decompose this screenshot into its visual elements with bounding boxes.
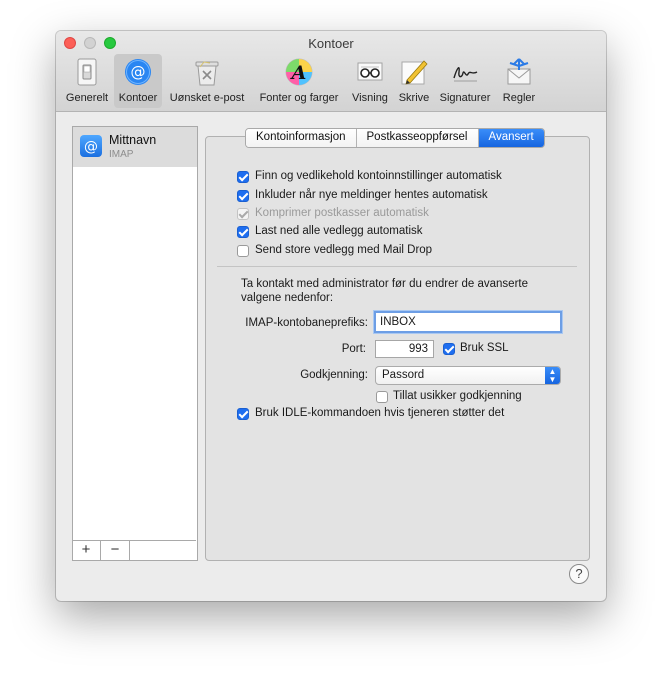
tab-avansert[interactable]: Avansert: [478, 129, 544, 147]
toolbar-generelt[interactable]: Generelt: [62, 54, 112, 108]
insecure-auth-label: Tillat usikker godkjenning: [393, 390, 522, 402]
toolbar-fonter-og-farger[interactable]: A Fonter og farger: [253, 54, 345, 108]
toolbar-label: Signaturer: [439, 92, 491, 104]
tab-postkasseoppforsel[interactable]: Postkasseoppførsel: [356, 129, 479, 147]
divider: [217, 266, 577, 267]
titlebar: Kontoer Generelt @ Kontoer Uønsket e-pos…: [56, 31, 606, 112]
account-list-controls: + −: [72, 540, 196, 560]
toolbar-label: Kontoer: [118, 92, 158, 104]
toolbar-label: Uønsket e-post: [169, 92, 245, 104]
glasses-icon: [357, 62, 383, 81]
toolbar-label: Fonter og farger: [259, 92, 339, 104]
toolbar-label: Regler: [502, 92, 536, 104]
tab-kontoinformasjon[interactable]: Kontoinformasjon: [246, 129, 357, 147]
option-checkbox-include-new-messages[interactable]: [237, 190, 249, 202]
auth-select[interactable]: Passord ▲ ▼: [375, 366, 561, 385]
option-checkbox-download-attachments[interactable]: [237, 226, 249, 238]
option-label: Finn og vedlikehold kontoinnstillinger a…: [255, 170, 502, 182]
help-button[interactable]: ?: [569, 564, 589, 584]
toolbar-label: Skrive: [398, 92, 430, 104]
ssl-checkbox[interactable]: [443, 343, 455, 355]
account-list: @ Mittnavn IMAP: [72, 126, 198, 561]
admin-note: Ta kontakt med administrator før du endr…: [241, 278, 529, 304]
trash-icon: [195, 61, 219, 86]
toolbar-kontoer[interactable]: @ Kontoer: [114, 54, 162, 108]
tab-bar: Kontoinformasjon Postkasseoppførsel Avan…: [245, 128, 545, 148]
account-name: Mittnavn: [109, 133, 157, 147]
toolbar-signaturer[interactable]: Signaturer: [435, 54, 495, 108]
toolbar-label: Visning: [352, 92, 388, 104]
imap-prefix-label: IMAP-kontobaneprefiks:: [245, 317, 368, 329]
toolbar-label: Generelt: [65, 92, 109, 104]
font-color-icon: A: [285, 58, 313, 86]
port-label: Port:: [341, 343, 366, 355]
option-checkbox-compact-mailboxes: [237, 208, 249, 220]
preferences-window: Kontoer Generelt @ Kontoer Uønsket e-pos…: [56, 31, 606, 601]
option-label: Komprimer postkasser automatisk: [255, 207, 429, 219]
remove-account-button[interactable]: −: [101, 541, 130, 560]
toolbar-skrive[interactable]: Skrive: [394, 54, 434, 108]
rules-icon: [507, 58, 531, 85]
toolbar-uonsket-epost[interactable]: Uønsket e-post: [164, 54, 250, 108]
switch-icon: [77, 58, 97, 86]
svg-text:@: @: [131, 63, 146, 81]
imap-prefix-field[interactable]: INBOX: [374, 311, 562, 333]
idle-label: Bruk IDLE-kommandoen hvis tjeneren støtt…: [255, 407, 505, 419]
option-checkbox-mail-drop[interactable]: [237, 245, 249, 257]
svg-text:A: A: [290, 62, 307, 84]
option-label: Send store vedlegg med Mail Drop: [255, 244, 433, 256]
insecure-auth-checkbox[interactable]: [376, 391, 388, 403]
toolbar-visning[interactable]: Visning: [346, 54, 394, 108]
account-item[interactable]: @ Mittnavn IMAP: [73, 127, 197, 167]
add-account-button[interactable]: +: [72, 541, 101, 560]
svg-text:@: @: [84, 139, 98, 155]
account-type: IMAP: [109, 149, 134, 160]
at-icon: @: [80, 135, 102, 157]
port-field[interactable]: 993: [375, 340, 434, 358]
option-label: Inkluder når nye meldinger hentes automa…: [255, 189, 488, 201]
signature-icon: [453, 67, 478, 82]
idle-checkbox[interactable]: [237, 408, 249, 420]
option-checkbox-find-settings[interactable]: [237, 171, 249, 183]
pencil-icon: [401, 60, 428, 85]
auth-value: Passord: [382, 369, 425, 381]
option-label: Last ned alle vedlegg automatisk: [255, 225, 423, 237]
toolbar-regler[interactable]: Regler: [496, 54, 542, 108]
ssl-label: Bruk SSL: [460, 342, 509, 354]
window-title: Kontoer: [308, 36, 354, 51]
at-icon: @: [125, 59, 151, 85]
auth-label: Godkjenning:: [300, 369, 368, 381]
chevron-updown-icon: ▲ ▼: [545, 367, 560, 384]
